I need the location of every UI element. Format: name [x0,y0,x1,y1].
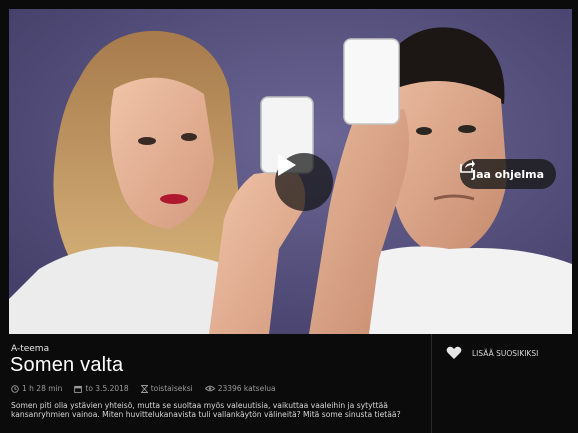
program-description: Somen piti olla ystävien yhteisö, mutta … [11,401,401,420]
favorite-label: LISÄÄ SUOSIKIKSI [472,348,539,358]
broadcast-date: to 3.5.2018 [74,384,129,393]
share-icon [460,160,475,173]
share-program-button[interactable]: Jaa ohjelma [460,159,557,189]
play-icon [278,154,296,176]
program-page: Jaa ohjelma A-teema Somen valta 1 h 28 m… [0,0,578,433]
eye-icon [204,385,215,392]
duration-text: 1 h 28 min [22,384,63,393]
views-text: 23396 katselua [217,384,276,393]
play-button[interactable] [275,153,333,211]
clock-icon [11,384,19,393]
hourglass-icon [140,384,148,393]
availability: toistaiseksi [140,384,193,393]
hero-image[interactable]: Jaa ohjelma [9,9,572,334]
availability-text: toistaiseksi [150,384,193,393]
program-meta: 1 h 28 min to 3.5.2018 toistaiseksi 2339… [11,384,276,393]
share-label: Jaa ohjelma [472,167,545,181]
add-favorite-button[interactable]: LISÄÄ SUOSIKIKSI [446,346,538,360]
duration: 1 h 28 min [11,384,62,393]
calendar-icon [74,385,83,393]
divider [431,334,432,433]
heart-icon [446,346,462,359]
view-count: 23396 katselua [204,384,276,393]
program-info: A-teema Somen valta 1 h 28 min to 3.5.20… [9,334,572,433]
date-text: to 3.5.2018 [85,384,129,393]
channel-label: A-teema [11,344,50,354]
program-title: Somen valta [10,354,124,376]
